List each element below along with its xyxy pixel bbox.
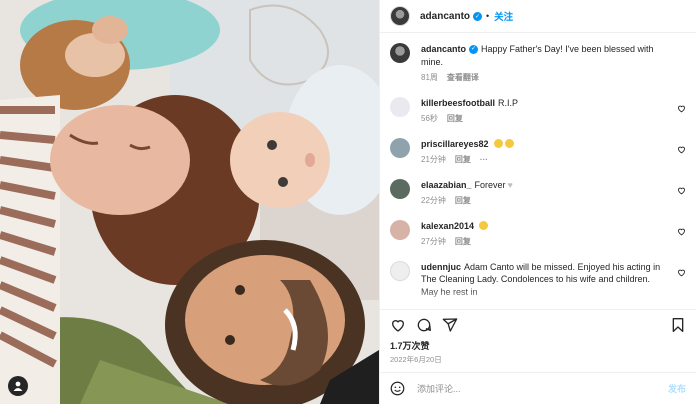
comment-text: R.I.P — [498, 97, 519, 108]
like-heart-icon[interactable] — [677, 145, 686, 154]
comment-username[interactable]: priscillareyes82 — [421, 139, 489, 149]
caption: adancanto ✓ Happy Father's Day! I've been … — [390, 43, 686, 85]
reply-button[interactable]: 回复 — [447, 113, 463, 126]
comment-composer: 发布 — [380, 372, 696, 404]
save-bookmark-icon[interactable] — [670, 317, 686, 333]
comment-text: Forever — [474, 179, 506, 190]
crying-emoji-icon — [504, 138, 514, 148]
post-comment-button[interactable]: 发布 — [668, 382, 686, 395]
crying-emoji-icon — [493, 138, 503, 148]
white-heart-icon: ♥ — [507, 179, 513, 190]
commenter-avatar[interactable] — [390, 137, 410, 158]
caption-username[interactable]: adancanto — [421, 44, 466, 54]
like-heart-icon[interactable] — [677, 186, 686, 195]
follow-button[interactable]: 关注 — [494, 9, 513, 23]
see-translation-link[interactable]: 查看翻译 — [447, 72, 479, 85]
post-header: adancanto ✓ • 关注 — [380, 0, 696, 33]
post-date: 2022年6月20日 — [390, 355, 442, 364]
caption-avatar[interactable] — [390, 43, 410, 63]
like-heart-icon[interactable] — [677, 104, 686, 113]
share-paper-plane-icon[interactable] — [442, 317, 458, 333]
comment: priscillareyes82 21分钟 回复 ··· — [390, 137, 686, 167]
verified-badge-icon: ✓ — [473, 11, 483, 21]
crying-emoji-icon — [479, 220, 489, 230]
comment-time: 21分钟 — [421, 155, 446, 164]
instagram-post-window: adancanto ✓ • 关注 adancanto ✓ Happy Father'… — [0, 0, 696, 404]
scroll-fade — [380, 287, 696, 309]
like-heart-icon[interactable] — [390, 317, 406, 333]
person-icon — [13, 381, 23, 391]
comment-username[interactable]: elaazabian_ — [421, 180, 472, 190]
verified-badge-icon: ✓ — [469, 45, 479, 55]
comment: elaazabian_ Forever ♥ 22分钟 回复 — [390, 178, 686, 208]
comment-time: 27分钟 — [421, 237, 446, 246]
comment-bubble-icon[interactable] — [416, 317, 432, 333]
comment-time: 22分钟 — [421, 196, 446, 205]
likes-count[interactable]: 1.7万次赞 — [380, 339, 696, 352]
comment: killerbeesfootball R.I.P 56秒 回复 — [390, 96, 686, 126]
like-heart-icon[interactable] — [677, 227, 686, 236]
family-photo-illustration — [0, 0, 379, 404]
reply-button[interactable]: 回复 — [455, 236, 471, 249]
comments-list[interactable]: adancanto ✓ Happy Father's Day! I've been … — [380, 33, 696, 309]
post-photo[interactable] — [0, 0, 379, 404]
comment-username[interactable]: udennjuc — [421, 262, 461, 272]
post-side-panel: adancanto ✓ • 关注 adancanto ✓ Happy Father'… — [379, 0, 696, 404]
comment-username[interactable]: killerbeesfootball — [421, 98, 495, 108]
comment-input[interactable] — [417, 383, 637, 394]
tagged-people-button[interactable] — [8, 376, 28, 396]
caption-time: 81周 — [421, 73, 438, 82]
comment-more-button[interactable]: ··· — [480, 154, 488, 167]
comment: kalexan2014 27分钟 回复 — [390, 219, 686, 249]
reply-button[interactable]: 回复 — [455, 195, 471, 208]
author-username[interactable]: adancanto — [420, 11, 470, 22]
action-bar — [380, 309, 696, 339]
comment-username[interactable]: kalexan2014 — [421, 221, 474, 231]
commenter-avatar[interactable] — [390, 96, 410, 117]
commenter-avatar[interactable] — [390, 219, 410, 240]
like-heart-icon[interactable] — [677, 268, 686, 277]
emoji-smiley-icon[interactable] — [390, 381, 405, 396]
comment-time: 56秒 — [421, 114, 438, 123]
author-avatar[interactable] — [390, 6, 410, 26]
dot-separator: • — [486, 11, 490, 21]
commenter-avatar[interactable] — [390, 178, 410, 199]
reply-button[interactable]: 回复 — [455, 154, 471, 167]
commenter-avatar[interactable] — [390, 260, 410, 281]
